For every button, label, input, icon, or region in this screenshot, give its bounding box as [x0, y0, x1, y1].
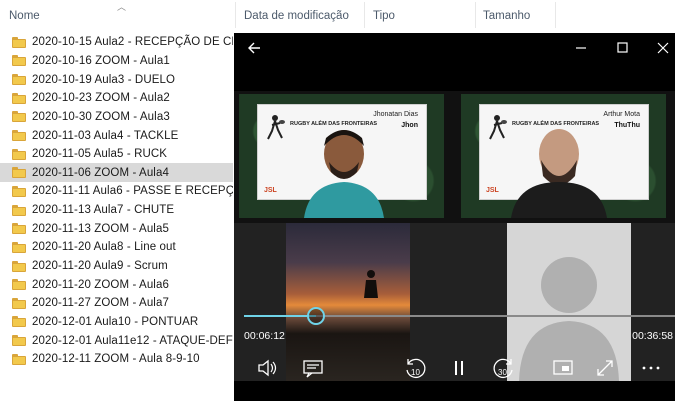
- folder-icon: [12, 316, 26, 328]
- folder-icon: [12, 279, 26, 291]
- folder-icon: [12, 167, 26, 179]
- file-name: 2020-11-13 ZOOM - Aula5: [32, 222, 169, 235]
- captions-icon[interactable]: [300, 355, 326, 381]
- column-header-type[interactable]: Tipo: [373, 0, 395, 30]
- fullscreen-icon[interactable]: [592, 355, 618, 381]
- file-name: 2020-11-13 Aula7 - CHUTE: [32, 204, 175, 217]
- column-header-name[interactable]: Nome: [9, 0, 40, 30]
- column-header-size[interactable]: Tamanho: [483, 0, 530, 30]
- column-divider[interactable]: [555, 2, 556, 28]
- folder-icon: [12, 223, 26, 235]
- participant-name: Jhonatan Dias: [373, 111, 418, 118]
- skip-forward-label: 30: [498, 368, 507, 377]
- column-header-modified[interactable]: Data de modificação: [244, 0, 349, 30]
- file-row[interactable]: 2020-11-03 Aula4 - TACKLE: [0, 126, 233, 145]
- file-row[interactable]: 2020-11-06 ZOOM - Aula4: [0, 163, 233, 183]
- file-name: 2020-10-23 ZOOM - Aula2: [32, 92, 170, 105]
- file-row[interactable]: 2020-11-27 ZOOM - Aula7: [0, 294, 233, 313]
- sponsor-logo: JSL: [264, 187, 277, 194]
- file-name: 2020-10-19 Aula3 - DUELO: [32, 73, 176, 86]
- folder-icon: [12, 353, 26, 365]
- rugby-player-logo-icon: [489, 115, 507, 140]
- file-list: 2020-10-15 Aula2 - RECEPÇÃO DE CHUTE 2020…: [0, 33, 233, 369]
- folder-icon: [12, 74, 26, 86]
- file-name: 2020-10-16 ZOOM - Aula1: [32, 54, 170, 67]
- participant-tile: RUGBY ALÉM DAS FRONTEIRAS Arthur Mota Th…: [461, 94, 666, 218]
- file-name: 2020-12-11 ZOOM - Aula 8-9-10: [32, 353, 200, 366]
- file-row[interactable]: 2020-11-20 ZOOM - Aula6: [0, 275, 233, 294]
- more-icon[interactable]: [638, 355, 664, 381]
- maximize-icon[interactable]: [609, 37, 635, 59]
- file-row[interactable]: 2020-11-05 Aula5 - RUCK: [0, 145, 233, 164]
- file-row[interactable]: 2020-11-20 Aula9 - Scrum: [0, 257, 233, 276]
- file-row[interactable]: 2020-12-01 Aula10 - PONTUAR: [0, 313, 233, 332]
- participant-name: Arthur Mota: [603, 111, 640, 118]
- file-row[interactable]: 2020-10-15 Aula2 - RECEPÇÃO DE CHUTE: [0, 33, 233, 52]
- file-row[interactable]: 2020-10-19 Aula3 - DUELO: [0, 70, 233, 89]
- sort-ascending-icon: ︿: [117, 2, 127, 12]
- file-name: 2020-12-01 Aula11e12 - ATAQUE-DEFESA: [32, 334, 233, 347]
- skip-back-10-icon[interactable]: 10: [402, 355, 428, 381]
- file-name: 2020-10-30 ZOOM - Aula3: [32, 110, 170, 123]
- volume-icon[interactable]: [254, 355, 280, 381]
- rugby-player-logo-icon: [267, 115, 285, 140]
- column-divider[interactable]: [475, 2, 476, 28]
- file-name: 2020-10-15 Aula2 - RECEPÇÃO DE CHUTE: [32, 36, 233, 49]
- folder-icon: [12, 241, 26, 253]
- participant-video: [511, 129, 607, 218]
- file-name: 2020-11-20 Aula9 - Scrum: [32, 260, 168, 272]
- participant-nickname: ThuThu: [614, 122, 640, 129]
- skip-back-label: 10: [411, 368, 420, 377]
- pause-icon[interactable]: [446, 355, 472, 381]
- file-row[interactable]: 2020-11-13 Aula7 - CHUTE: [0, 201, 233, 220]
- seek-bar[interactable]: [244, 307, 675, 325]
- file-row[interactable]: 2020-10-16 ZOOM - Aula1: [0, 52, 233, 71]
- skip-forward-30-icon[interactable]: 30: [491, 355, 517, 381]
- file-row[interactable]: 2020-11-13 ZOOM - Aula5: [0, 219, 233, 238]
- folder-icon: [12, 260, 26, 272]
- close-icon[interactable]: [651, 37, 675, 59]
- mini-view-icon[interactable]: [550, 355, 576, 381]
- sponsor-logo: JSL: [486, 187, 499, 194]
- file-name: 2020-11-20 ZOOM - Aula6: [32, 278, 169, 291]
- participant-nickname: Jhon: [401, 122, 418, 129]
- file-row[interactable]: 2020-11-11 Aula6 - PASSE E RECEPÇÃO: [0, 182, 233, 201]
- file-row[interactable]: 2020-12-01 Aula11e12 - ATAQUE-DEFESA: [0, 331, 233, 350]
- file-name: 2020-11-06 ZOOM - Aula4: [32, 166, 169, 179]
- column-divider[interactable]: [364, 2, 365, 28]
- player-title-bar: [234, 33, 675, 63]
- file-name: 2020-11-11 Aula6 - PASSE E RECEPÇÃO: [32, 185, 233, 198]
- file-name: 2020-11-05 Aula5 - RUCK: [32, 148, 168, 161]
- file-name: 2020-11-27 ZOOM - Aula7: [32, 297, 169, 310]
- file-row[interactable]: 2020-11-20 Aula8 - Line out: [0, 238, 233, 257]
- participant-video: [304, 130, 384, 218]
- file-row[interactable]: 2020-12-11 ZOOM - Aula 8-9-10: [0, 350, 233, 369]
- file-name: 2020-11-03 Aula4 - TACKLE: [32, 129, 179, 142]
- file-row[interactable]: 2020-10-30 ZOOM - Aula3: [0, 108, 233, 127]
- seek-bar-progress: [244, 315, 317, 317]
- minimize-icon[interactable]: [568, 37, 594, 59]
- folder-icon: [12, 92, 26, 104]
- folder-icon: [12, 55, 26, 67]
- video-player-window: RUGBY ALÉM DAS FRONTEIRAS Jhonatan Dias …: [234, 33, 675, 401]
- file-row[interactable]: 2020-10-23 ZOOM - Aula2: [0, 89, 233, 108]
- file-name: 2020-12-01 Aula10 - PONTUAR: [32, 315, 199, 328]
- silhouette-figure: [364, 270, 378, 298]
- folder-icon: [12, 148, 26, 160]
- elapsed-time: 00:06:12: [244, 330, 285, 342]
- folder-icon: [12, 111, 26, 123]
- column-divider[interactable]: [235, 2, 236, 28]
- back-arrow-icon[interactable]: [242, 37, 268, 59]
- participant-tile: RUGBY ALÉM DAS FRONTEIRAS Jhonatan Dias …: [239, 94, 444, 218]
- total-duration: 00:36:58: [632, 330, 673, 342]
- folder-icon: [12, 36, 26, 48]
- folder-icon: [12, 185, 26, 197]
- file-name: 2020-11-20 Aula8 - Line out: [32, 241, 176, 254]
- folder-icon: [12, 204, 26, 216]
- folder-icon: [12, 335, 26, 347]
- folder-icon: [12, 130, 26, 142]
- folder-icon: [12, 297, 26, 309]
- video-frame[interactable]: RUGBY ALÉM DAS FRONTEIRAS Jhonatan Dias …: [234, 91, 675, 381]
